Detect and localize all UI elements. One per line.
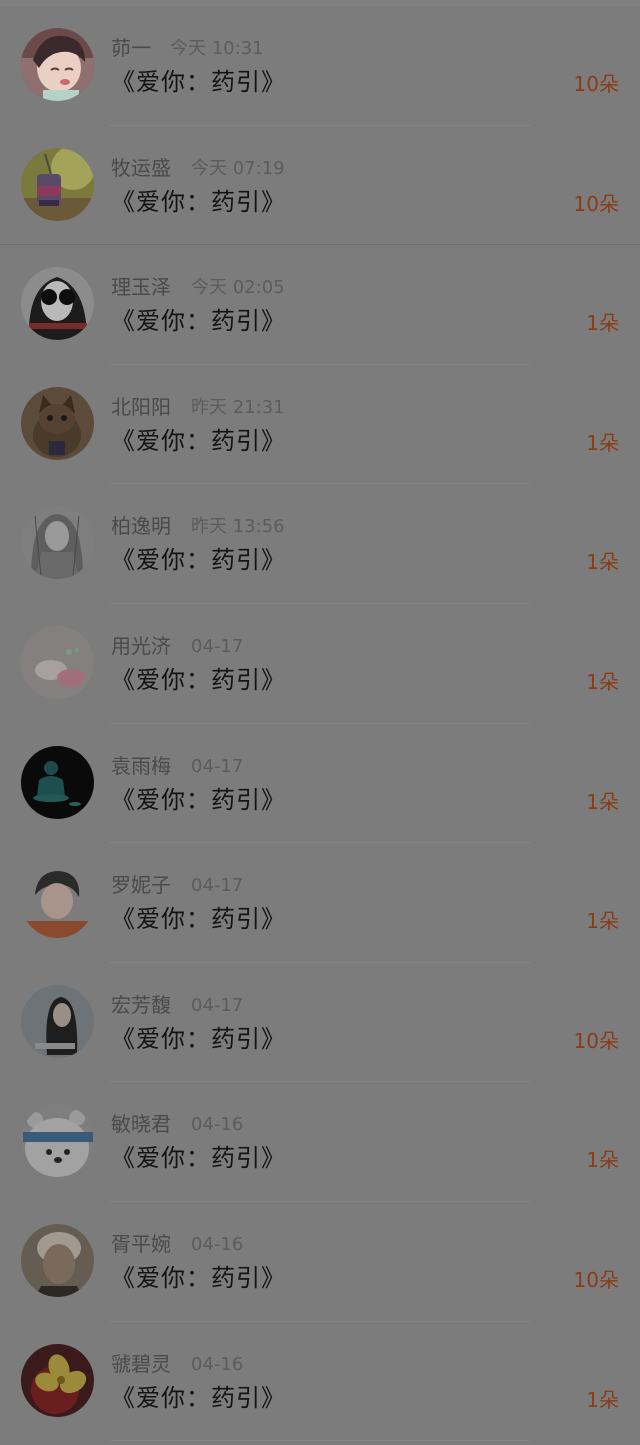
gift-row[interactable]: 胥平婉 04-16 《爱你：药引》 10朵 xyxy=(0,1202,640,1322)
sender-name: 袁雨梅 xyxy=(111,753,171,778)
book-title[interactable]: 《爱你：药引》 xyxy=(111,785,286,815)
sender-name: 宏芳馥 xyxy=(111,992,171,1017)
sender-name: 罗妮子 xyxy=(111,873,171,898)
sleeping-cartoon-avatar[interactable] xyxy=(21,625,94,699)
book-title[interactable]: 《爱你：药引》 xyxy=(111,306,286,336)
sender-name: 虢碧灵 xyxy=(111,1351,171,1376)
gift-row[interactable]: 牧运盛 今天 07:19 《爱你：药引》 10朵 xyxy=(0,126,640,246)
flower-fruit-avatar[interactable] xyxy=(21,1343,94,1417)
row-divider xyxy=(110,1440,530,1442)
gift-row[interactable]: 茆一 今天 10:31 《爱你：药引》 10朵 xyxy=(0,6,640,126)
sender-name: 用光济 xyxy=(111,633,171,658)
gift-row[interactable]: 袁雨梅 04-17 《爱你：药引》 1朵 xyxy=(0,724,640,844)
flower-count: 10朵 xyxy=(573,72,619,96)
gift-time: 04-17 xyxy=(191,635,244,657)
gift-time: 今天 02:05 xyxy=(191,277,285,299)
book-title[interactable]: 《爱你：药引》 xyxy=(111,1143,286,1173)
sender-name: 理玉泽 xyxy=(111,275,171,300)
elder-portrait-avatar[interactable] xyxy=(21,1223,94,1297)
gift-time: 昨天 21:31 xyxy=(191,396,285,418)
flower-count: 1朵 xyxy=(586,909,619,934)
gift-list: 茆一 今天 10:31 《爱你：药引》 10朵 牧运盛 今天 07:19 《爱你… xyxy=(0,6,640,1442)
gift-row[interactable]: 虢碧灵 04-16 《爱你：药引》 1朵 xyxy=(0,1322,640,1442)
sender-name: 敏晓君 xyxy=(111,1112,171,1137)
book-title[interactable]: 《爱你：药引》 xyxy=(111,1263,286,1293)
flower-count: 1朵 xyxy=(586,789,619,814)
flower-count: 1朵 xyxy=(586,430,619,455)
sender-name: 茆一 xyxy=(111,36,151,60)
book-title[interactable]: 《爱你：药引》 xyxy=(111,1024,286,1054)
gift-time: 昨天 13:56 xyxy=(191,516,285,538)
flower-count: 1朵 xyxy=(586,1387,619,1412)
flower-count: 1朵 xyxy=(586,669,619,694)
gift-row[interactable]: 用光济 04-17 《爱你：药引》 1朵 xyxy=(0,604,640,724)
book-title[interactable]: 《爱你：药引》 xyxy=(111,67,286,97)
flower-count: 1朵 xyxy=(586,550,619,575)
buddha-statue-avatar[interactable] xyxy=(21,745,94,819)
kitten-avatar[interactable] xyxy=(21,386,94,460)
gift-time: 04-16 xyxy=(191,1114,244,1136)
book-title[interactable]: 《爱你：药引》 xyxy=(111,187,286,217)
book-title[interactable]: 《爱你：药引》 xyxy=(111,426,286,456)
anime-girl-avatar[interactable] xyxy=(21,28,94,101)
gift-time: 04-16 xyxy=(191,1353,244,1375)
cartoon-bear-avatar[interactable] xyxy=(21,1104,94,1178)
sender-name: 柏逸明 xyxy=(111,514,171,539)
gift-row[interactable]: 柏逸明 昨天 13:56 《爱你：药引》 1朵 xyxy=(0,484,640,604)
flower-count: 1朵 xyxy=(586,311,619,336)
gift-time: 今天 10:31 xyxy=(170,38,264,59)
gift-row[interactable]: 北阳阳 昨天 21:31 《爱你：药引》 1朵 xyxy=(0,365,640,485)
sketch-portrait-avatar[interactable] xyxy=(21,506,94,580)
young-man-avatar[interactable] xyxy=(21,865,94,939)
sender-name: 北阳阳 xyxy=(111,394,171,419)
book-title[interactable]: 《爱你：药引》 xyxy=(111,545,286,575)
gift-row[interactable]: 宏芳馥 04-17 《爱你：药引》 10朵 xyxy=(0,963,640,1083)
book-title[interactable]: 《爱你：药引》 xyxy=(111,1383,286,1413)
book-title[interactable]: 《爱你：药引》 xyxy=(111,904,286,934)
book-title[interactable]: 《爱你：药引》 xyxy=(111,665,286,695)
sunglasses-person-avatar[interactable] xyxy=(21,267,94,341)
flower-count: 10朵 xyxy=(573,191,619,216)
gift-row[interactable]: 罗妮子 04-17 《爱你：药引》 1朵 xyxy=(0,843,640,963)
gift-record-page: 茆一 今天 10:31 《爱你：药引》 10朵 牧运盛 今天 07:19 《爱你… xyxy=(0,0,640,1445)
gift-time: 04-17 xyxy=(191,875,244,897)
sender-name: 胥平婉 xyxy=(111,1231,171,1256)
gift-row[interactable]: 理玉泽 今天 02:05 《爱你：药引》 1朵 xyxy=(0,245,640,365)
gift-time: 04-16 xyxy=(191,1233,244,1255)
flower-count: 10朵 xyxy=(573,1028,619,1053)
drink-jar-avatar[interactable] xyxy=(21,147,94,221)
gift-row[interactable]: 敏晓君 04-16 《爱你：药引》 1朵 xyxy=(0,1082,640,1202)
sender-name: 牧运盛 xyxy=(111,155,171,180)
flower-count: 10朵 xyxy=(573,1267,619,1292)
gift-time: 04-17 xyxy=(191,994,244,1016)
gift-time: 今天 07:19 xyxy=(191,157,285,179)
long-hair-woman-avatar[interactable] xyxy=(21,984,94,1058)
gift-time: 04-17 xyxy=(191,755,244,777)
flower-count: 1朵 xyxy=(586,1148,619,1173)
